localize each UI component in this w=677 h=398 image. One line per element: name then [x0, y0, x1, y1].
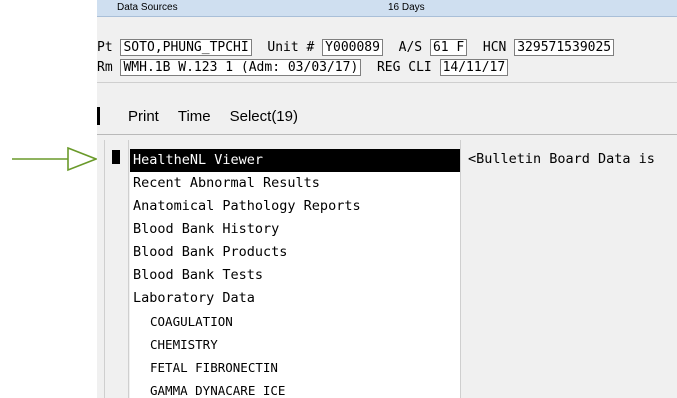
list-item-healthenl-viewer[interactable]: HealtheNL Viewer	[130, 149, 460, 172]
unit-label: Unit #	[267, 39, 315, 55]
selection-indicator	[112, 150, 120, 164]
pointer-arrow-icon	[12, 146, 98, 172]
age-sex-field: 61 F	[429, 38, 468, 56]
list-item-blood-bank-tests[interactable]: Blood Bank Tests	[130, 264, 460, 287]
room-field: WMH.1B W.123 1 (Adm: 03/03/17)	[120, 58, 362, 76]
right-panel-border	[460, 140, 461, 398]
hcn-label: HCN	[482, 39, 507, 55]
title-bar: Data Sources 16 Days	[97, 0, 677, 17]
reg-label: REG CLI	[376, 59, 432, 75]
pt-label: Pt	[97, 39, 113, 55]
room-label: Rm	[97, 59, 113, 75]
list-item-chemistry[interactable]: CHEMISTRY	[130, 333, 460, 356]
list-item-recent-abnormal-results[interactable]: Recent Abnormal Results	[130, 172, 460, 195]
list-item-gamma-dynacare-ice[interactable]: GAMMA DYNACARE ICE	[130, 379, 460, 398]
hcn-field: 329571539025	[514, 38, 615, 56]
toolbar: Print Time Select(19)	[97, 104, 317, 128]
list-item-blood-bank-products[interactable]: Blood Bank Products	[130, 241, 460, 264]
unit-number-field: Y000089	[322, 38, 383, 56]
window-days: 16 Days	[388, 2, 425, 13]
bulletin-board-text: <Bulletin Board Data is	[468, 151, 655, 167]
toolbar-focus-marker	[97, 107, 100, 125]
toolbar-divider	[97, 134, 677, 135]
print-button[interactable]: Print	[128, 108, 159, 125]
list-item-fetal-fibronectin[interactable]: FETAL FIBRONECTIN	[130, 356, 460, 379]
pt-name-field: SOTO,PHUNG_TPCHI	[120, 38, 252, 56]
select-button[interactable]: Select(19)	[230, 108, 298, 125]
list-item-blood-bank-history[interactable]: Blood Bank History	[130, 218, 460, 241]
patient-header-row-1: Pt SOTO,PHUNG_TPCHI Unit # Y000089 A/S 6…	[97, 37, 615, 57]
panel-border-left	[104, 140, 105, 398]
header-divider	[97, 82, 677, 83]
age-sex-label: A/S	[398, 39, 423, 55]
reg-date-field: 14/11/17	[439, 58, 509, 76]
window-title: Data Sources	[117, 2, 178, 13]
list-border	[128, 140, 129, 398]
data-source-list: HealtheNL Viewer Recent Abnormal Results…	[130, 149, 460, 398]
data-sources-window: Data Sources 16 Days Pt SOTO,PHUNG_TPCHI…	[97, 0, 677, 398]
list-item-anatomical-pathology-reports[interactable]: Anatomical Pathology Reports	[130, 195, 460, 218]
list-item-laboratory-data[interactable]: Laboratory Data	[130, 287, 460, 310]
patient-header-row-2: Rm WMH.1B W.123 1 (Adm: 03/03/17) REG CL…	[97, 57, 509, 77]
list-item-coagulation[interactable]: COAGULATION	[130, 310, 460, 333]
time-button[interactable]: Time	[178, 108, 211, 125]
